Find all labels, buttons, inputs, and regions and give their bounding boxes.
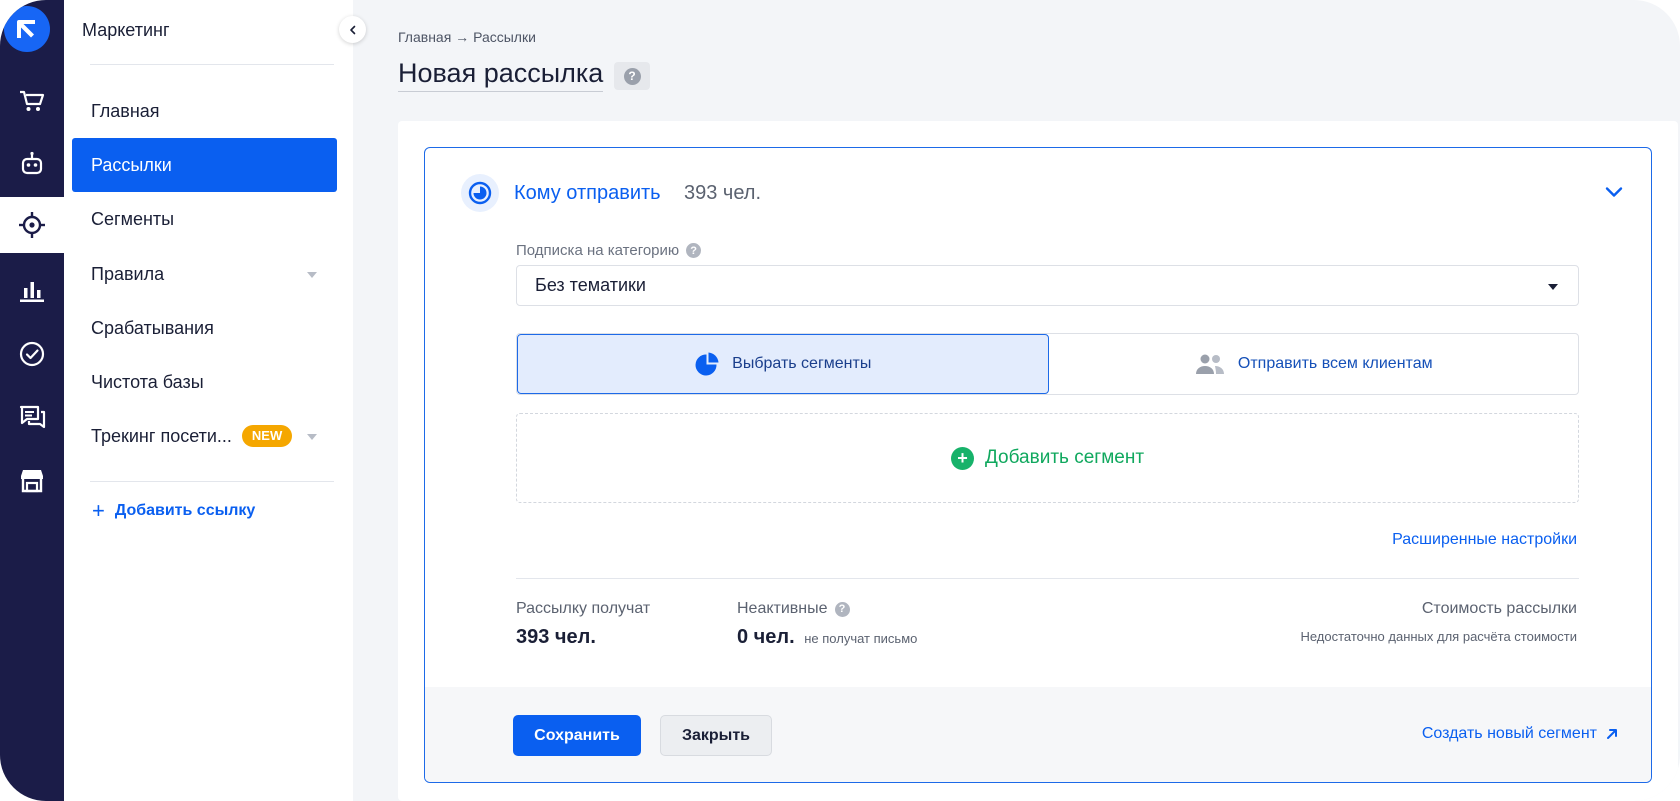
- close-button[interactable]: Закрыть: [660, 715, 772, 756]
- page-title: Новая рассылка: [398, 58, 604, 92]
- sidebar-item-db-hygiene[interactable]: Чистота базы: [72, 355, 337, 409]
- recipients-stat-value: 393 чел.: [516, 626, 596, 648]
- sidebar-item-mailings[interactable]: Рассылки: [72, 138, 337, 192]
- sidebar-item-label: Чистота базы: [91, 371, 204, 392]
- inactive-stat-value: 0 чел.: [737, 626, 795, 648]
- pie-chart-icon: [694, 351, 720, 377]
- audience-toggle: Выбрать сегменты Отправить всем клиентам: [516, 333, 1579, 395]
- sidebar-item-rules[interactable]: Правила: [72, 247, 337, 301]
- plus-circle-icon: +: [950, 446, 974, 470]
- help-icon[interactable]: ?: [686, 243, 702, 258]
- plus-icon: +: [92, 498, 105, 523]
- panel-title[interactable]: Кому отправить: [514, 182, 661, 205]
- caret-down-icon: [307, 272, 317, 278]
- inactive-stat-note: не получат письмо: [804, 631, 918, 646]
- category-label-text: Подписка на категорию: [516, 242, 680, 259]
- recipients-count: 393 чел.: [684, 182, 762, 204]
- bot-icon[interactable]: [0, 136, 64, 192]
- sidebar-item-segments[interactable]: Сегменты: [72, 192, 337, 246]
- inactive-label-text: Неактивные: [737, 600, 828, 617]
- chevron-down-icon[interactable]: [1602, 180, 1626, 204]
- help-button[interactable]: ?: [614, 62, 650, 90]
- sidebar-item-label: Срабатывания: [91, 317, 214, 338]
- help-icon: ?: [623, 67, 641, 85]
- recipients-stat-label: Рассылку получат: [516, 600, 651, 617]
- inactive-stat: 0 чел. не получат письмо: [737, 626, 917, 649]
- chat-icon[interactable]: [0, 389, 64, 445]
- add-link-label: Добавить ссылку: [114, 502, 256, 519]
- inactive-stat-label: Неактивные ?: [737, 600, 850, 618]
- send-all-label: Отправить всем клиентам: [1237, 355, 1433, 372]
- breadcrumb: Главная → Рассылки: [398, 29, 536, 45]
- logo-icon[interactable]: [4, 6, 50, 52]
- recipients-panel: Кому отправить 393 чел. Подписка на кате…: [424, 147, 1652, 783]
- create-segment-label: Создать новый сегмент: [1421, 725, 1597, 742]
- check-circle-icon[interactable]: [0, 326, 64, 382]
- target-icon[interactable]: [0, 197, 64, 253]
- users-icon: [1194, 353, 1226, 375]
- sidebar-divider: [90, 64, 334, 65]
- analytics-icon[interactable]: [0, 262, 64, 318]
- category-select-value: Без тематики: [535, 275, 646, 295]
- app-frame: Маркетинг Главная Рассылки Сегменты Прав…: [0, 0, 1680, 801]
- sidebar-item-visitor-tracking[interactable]: Трекинг посети... NEW: [72, 409, 337, 463]
- add-segment-label: Добавить сегмент: [984, 447, 1145, 468]
- sidebar-item-triggers[interactable]: Срабатывания: [72, 301, 337, 355]
- caret-down-icon: [307, 434, 317, 440]
- cart-icon[interactable]: [0, 73, 64, 129]
- create-segment-link[interactable]: Создать новый сегмент: [1422, 725, 1619, 743]
- help-icon[interactable]: ?: [834, 601, 850, 617]
- advanced-settings-link[interactable]: Расширенные настройки: [1392, 531, 1577, 549]
- new-badge: NEW: [241, 425, 293, 447]
- sidebar-item-label: Рассылки: [91, 154, 172, 175]
- sidebar-item-label: Трекинг посети...: [91, 425, 232, 446]
- sidebar-item-label: Правила: [91, 263, 165, 284]
- pie-chart-icon: [461, 174, 499, 212]
- send-all-option[interactable]: Отправить всем клиентам: [1049, 334, 1579, 394]
- cost-label: Стоимость рассылки: [1421, 600, 1577, 617]
- sidebar-title: Маркетинг: [82, 20, 170, 40]
- add-segment-button[interactable]: + Добавить сегмент: [516, 413, 1579, 503]
- add-link-button[interactable]: + Добавить ссылку: [92, 500, 255, 522]
- select-segments-option[interactable]: Выбрать сегменты: [517, 334, 1049, 394]
- sidebar: Маркетинг Главная Рассылки Сегменты Прав…: [64, 0, 353, 801]
- category-select[interactable]: Без тематики: [516, 265, 1579, 306]
- sidebar-item-label: Главная: [91, 100, 160, 121]
- external-link-icon: [1605, 727, 1619, 741]
- category-field-label: Подписка на категорию ?: [516, 242, 702, 259]
- divider: [516, 578, 1579, 579]
- sidebar-item-home[interactable]: Главная: [72, 84, 337, 138]
- panel-footer: Сохранить Закрыть Создать новый сегмент: [425, 687, 1651, 782]
- select-segments-label: Выбрать сегменты: [732, 355, 872, 372]
- cost-note: Недостаточно данных для расчёта стоимост…: [1300, 629, 1577, 644]
- sidebar-item-label: Сегменты: [91, 208, 175, 229]
- store-icon[interactable]: [0, 452, 64, 508]
- caret-down-icon: [1548, 284, 1558, 290]
- chevron-left-icon: [349, 25, 355, 34]
- app-rail: [0, 0, 64, 801]
- collapse-sidebar-button[interactable]: [339, 16, 366, 43]
- save-button[interactable]: Сохранить: [513, 715, 641, 756]
- sidebar-divider: [90, 481, 334, 482]
